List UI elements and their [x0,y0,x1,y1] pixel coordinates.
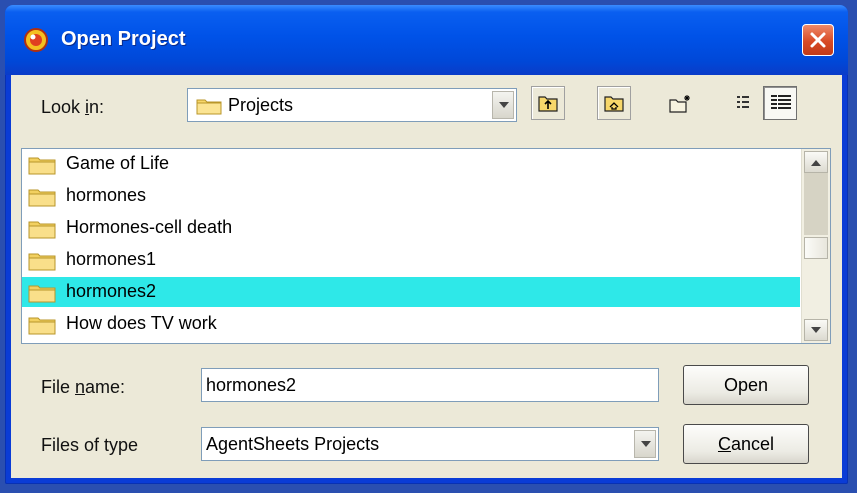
file-list-item-label: Hormones-cell death [66,217,233,237]
home-folder-button[interactable] [597,86,631,120]
folder-icon [28,189,56,207]
file-name-input[interactable]: hormones2 [201,368,659,402]
scroll-up-button[interactable] [804,151,828,173]
scroll-thumb[interactable] [804,237,828,259]
dialog-body: Look in: Projects Game of Life hormones … [11,75,842,478]
file-list-item-label: hormones2 [66,281,157,301]
folder-icon [28,285,56,303]
folder-icon [28,317,56,335]
look-in-dropdown-button[interactable] [492,91,514,119]
file-type-value: AgentSheets Projects [206,434,380,454]
file-type-label: Files of type [41,435,139,455]
file-list-item[interactable]: How does TV work [22,309,800,339]
folder-icon [196,99,222,115]
open-project-dialog: Open Project Look in: Projects Game of L… [5,5,848,484]
file-type-combo[interactable]: AgentSheets Projects [201,427,659,461]
chevron-down-icon [641,441,651,447]
folder-icon [28,253,56,271]
close-icon [810,32,826,48]
open-button[interactable]: Open [683,365,809,405]
file-list-scrollbar[interactable] [801,149,830,343]
file-name-value: hormones2 [206,375,297,395]
file-list-item-label: How does TV work [66,313,217,333]
file-list-item[interactable]: hormones1 [22,245,800,275]
file-list-item[interactable]: hormones [22,181,800,211]
list-view-button[interactable] [729,86,763,120]
folder-home-icon [604,96,624,112]
look-in-combo[interactable]: Projects [187,88,517,122]
file-type-dropdown-button[interactable] [634,430,656,458]
scroll-down-button[interactable] [804,319,828,341]
window-title: Open Project [61,28,186,50]
details-view-icon [771,95,791,109]
file-name-label: File name: [41,377,126,397]
app-icon [24,28,48,52]
file-list-item[interactable]: Game of Life [22,149,800,179]
file-list-item[interactable]: hormones2 [22,277,800,307]
title-bar[interactable]: Open Project [5,5,848,75]
folder-up-icon [538,96,558,112]
new-folder-icon [669,95,690,113]
chevron-up-icon [811,160,821,166]
file-list-item[interactable]: Hormones-cell death [22,213,800,243]
folder-icon [28,157,56,175]
look-in-label: Look in: [41,97,105,117]
chevron-down-icon [811,327,821,333]
scroll-track[interactable] [804,173,828,235]
cancel-button[interactable]: Cancel [683,424,809,464]
file-list-item-label: hormones1 [66,249,157,269]
up-one-level-button[interactable] [531,86,565,120]
file-list-item-label: Game of Life [66,153,170,173]
folder-icon [28,221,56,239]
close-button[interactable] [802,24,834,56]
list-view-icon [737,96,749,108]
file-list-item-label: hormones [66,185,147,205]
details-view-button[interactable] [763,86,797,120]
new-folder-button[interactable] [663,86,697,120]
chevron-down-icon [499,102,509,108]
look-in-value: Projects [228,95,294,115]
file-list[interactable]: Game of Life hormones Hormones-cell death h… [21,148,831,344]
